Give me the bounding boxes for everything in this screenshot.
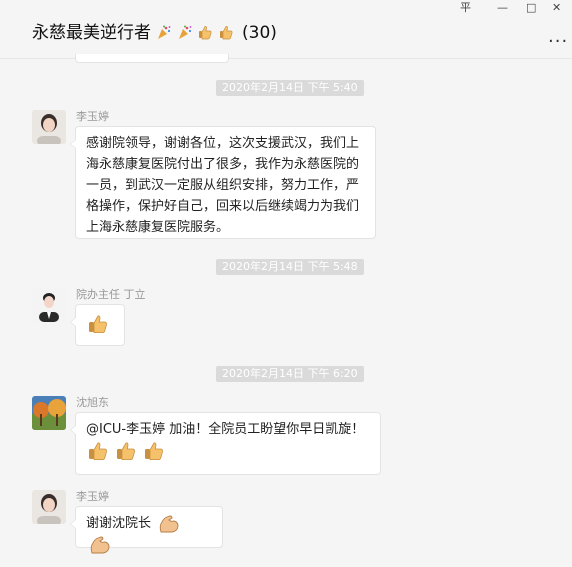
message-text: @ICU-李玉婷 加油！全院员工盼望你早日凯旋！ [86, 422, 365, 437]
message-bubble[interactable] [70, 304, 125, 346]
sender-name: 李玉婷 [76, 110, 109, 123]
flexed-biceps-icon [90, 536, 110, 553]
sender-name: 沈旭东 [76, 396, 109, 409]
close-button[interactable]: ✕ [552, 0, 561, 16]
avatar[interactable] [32, 490, 66, 524]
message-bubble[interactable]: @ICU-李玉婷 加油！全院员工盼望你早日凯旋！ [70, 412, 381, 475]
avatar-photo [32, 396, 66, 430]
chat-title: 永慈最美逆行者 (30) [32, 18, 277, 43]
pin-button[interactable]: 平 [460, 0, 471, 16]
minimize-button[interactable]: — [497, 0, 508, 16]
message-text: 感谢院领导，谢谢各位，这次支援武汉，我们上海永慈康复医院付出了很多，我作为永慈医… [86, 136, 360, 235]
thumbs-up-icon [117, 442, 136, 460]
timestamp: 2020年2月14日 下午 5:40 [216, 80, 364, 96]
thumbs-up-icon [145, 442, 164, 460]
thumbs-up-icon [89, 315, 107, 333]
message-bubble[interactable]: 谢谢沈院长 [70, 506, 223, 553]
more-options-icon[interactable]: ... [548, 26, 568, 47]
message-text: 谢谢沈院长 [86, 516, 152, 531]
previous-message-bubble [75, 54, 229, 63]
timestamp: 2020年2月14日 下午 6:20 [216, 366, 364, 382]
maximize-button[interactable]: □ [526, 0, 536, 16]
thumbs-up-icon [89, 442, 107, 460]
avatar-photo [32, 288, 66, 322]
member-count: (30) [242, 23, 277, 43]
group-name: 永慈最美逆行者 [32, 23, 151, 43]
chat-area[interactable]: 2020年2月14日 下午 5:40 李玉婷 感谢院领导，谢谢各位，这次支援武汉… [0, 54, 572, 567]
avatar[interactable] [32, 288, 66, 322]
message-bubble[interactable]: 感谢院领导，谢谢各位，这次支援武汉，我们上海永慈康复医院付出了很多，我作为永慈医… [70, 126, 376, 239]
sender-name: 院办主任 丁立 [76, 288, 146, 301]
sender-name: 李玉婷 [76, 490, 109, 503]
avatar-photo [32, 490, 66, 524]
thumbs-up-icon [199, 26, 212, 40]
flexed-biceps-icon [159, 515, 179, 532]
party-popper-icon [178, 25, 192, 39]
avatar[interactable] [32, 396, 66, 430]
avatar-photo [32, 110, 66, 144]
avatar[interactable] [32, 110, 66, 144]
timestamp: 2020年2月14日 下午 5:48 [216, 259, 364, 275]
party-popper-icon [158, 25, 171, 39]
title-bar: 永慈最美逆行者 (30) 平 — □ ✕ ... [0, 0, 572, 59]
thumbs-up-icon [219, 26, 233, 40]
